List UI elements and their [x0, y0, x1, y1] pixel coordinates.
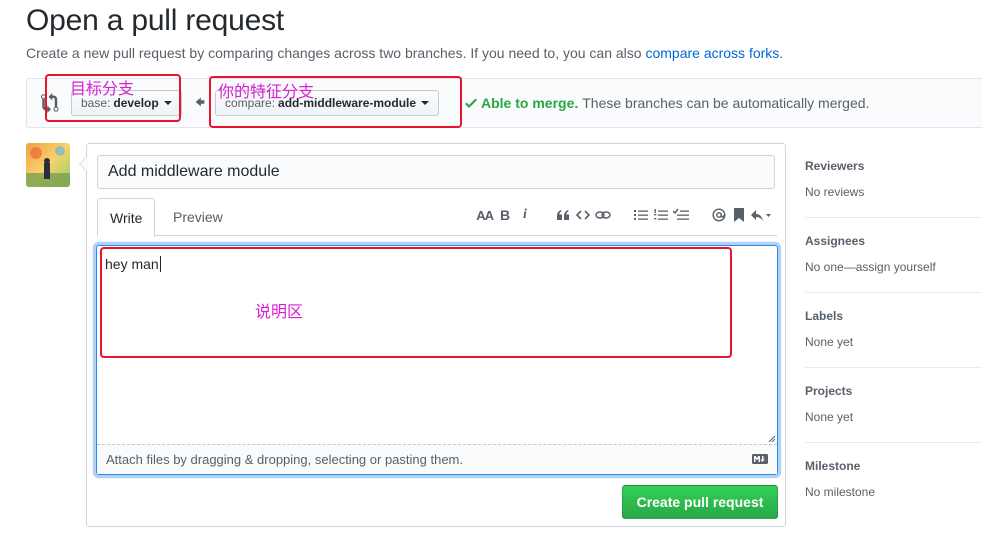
- editor-tabs: Write Preview AA B i: [97, 198, 777, 237]
- labels-heading: Labels: [805, 309, 844, 323]
- reviewers-heading: Reviewers: [805, 159, 865, 173]
- reply-button[interactable]: [751, 206, 771, 224]
- quote-button[interactable]: [555, 206, 571, 224]
- projects-value: None yet: [805, 410, 854, 424]
- sidebar-reviewers[interactable]: Reviewers No reviews: [805, 143, 982, 218]
- markdown-icon[interactable]: [752, 454, 768, 464]
- reviewers-value: No reviews: [805, 185, 865, 199]
- header-button[interactable]: AA: [476, 206, 494, 224]
- bold-button[interactable]: B: [497, 206, 513, 224]
- reply-icon: [751, 210, 771, 221]
- sidebar-projects[interactable]: Projects None yet: [805, 368, 982, 443]
- code-icon: [576, 210, 590, 220]
- bookmark-icon: [734, 208, 744, 222]
- milestone-heading: Milestone: [805, 459, 861, 473]
- header-icon: AA: [476, 207, 494, 223]
- link-icon: [595, 211, 611, 219]
- list-unordered-icon: [634, 210, 648, 220]
- pr-sidebar: Reviewers No reviews Assignees No one—as…: [805, 143, 982, 518]
- merge-description: These branches can be automatically merg…: [582, 95, 870, 111]
- toolbar-insert-group: [553, 206, 613, 224]
- compare-across-forks-link[interactable]: compare across forks: [645, 45, 779, 61]
- page-subtitle: Create a new pull request by comparing c…: [26, 45, 783, 61]
- annotation-box-body: [100, 247, 732, 358]
- task-list-button[interactable]: [673, 206, 689, 224]
- avatar[interactable]: [26, 143, 70, 187]
- page-title: Open a pull request: [26, 4, 285, 37]
- assignees-value[interactable]: No one—assign yourself: [805, 260, 982, 274]
- avatar-image: [26, 143, 70, 187]
- annotation-body-note: 说明区: [255, 304, 304, 321]
- annotation-compare-note: 你的特征分支: [218, 84, 315, 101]
- toolbar-text-group: AA B i: [474, 206, 535, 224]
- mention-button[interactable]: [711, 206, 727, 224]
- annotation-base-note: 目标分支: [70, 81, 135, 98]
- merge-status: Able to merge. These branches can be aut…: [465, 95, 869, 111]
- create-pull-request-button[interactable]: Create pull request: [622, 485, 778, 519]
- sidebar-labels[interactable]: Labels None yet: [805, 293, 982, 368]
- toolbar-list-group: [631, 206, 691, 224]
- bulleted-list-button[interactable]: [633, 206, 649, 224]
- assignees-heading: Assignees: [805, 234, 866, 248]
- projects-heading: Projects: [805, 384, 853, 398]
- link-button[interactable]: [595, 206, 611, 224]
- milestone-value: No milestone: [805, 485, 876, 499]
- code-button[interactable]: [575, 206, 591, 224]
- file-attach-bar[interactable]: Attach files by dragging & dropping, sel…: [97, 444, 777, 474]
- saved-replies-button[interactable]: [731, 206, 747, 224]
- labels-value: None yet: [805, 335, 854, 349]
- tasklist-icon: [673, 208, 689, 220]
- mention-icon: [712, 208, 726, 222]
- resize-handle-icon[interactable]: [767, 434, 775, 442]
- file-attach-hint: Attach files by dragging & dropping, sel…: [106, 452, 463, 467]
- numbered-list-button[interactable]: [653, 206, 669, 224]
- markdown-toolbar: AA B i: [456, 206, 773, 224]
- italic-button[interactable]: i: [517, 206, 533, 224]
- check-icon: [465, 98, 477, 108]
- bold-icon: B: [499, 207, 511, 223]
- tab-preview[interactable]: Preview: [161, 198, 235, 236]
- arrow-left-icon: [195, 97, 205, 107]
- toolbar-extra-group: [709, 206, 773, 224]
- merge-ok-text: Able to merge.: [481, 95, 579, 111]
- subtitle-end: .: [779, 45, 784, 61]
- list-ordered-icon: [654, 209, 668, 220]
- sidebar-milestone[interactable]: Milestone No milestone: [805, 443, 982, 518]
- tab-write[interactable]: Write: [97, 198, 156, 237]
- quote-icon: [557, 210, 569, 220]
- pr-title-input[interactable]: Add middleware module: [97, 155, 775, 189]
- sidebar-assignees[interactable]: Assignees No one—assign yourself: [805, 218, 982, 293]
- subtitle-text: Create a new pull request by comparing c…: [26, 45, 646, 61]
- italic-icon: i: [523, 207, 527, 222]
